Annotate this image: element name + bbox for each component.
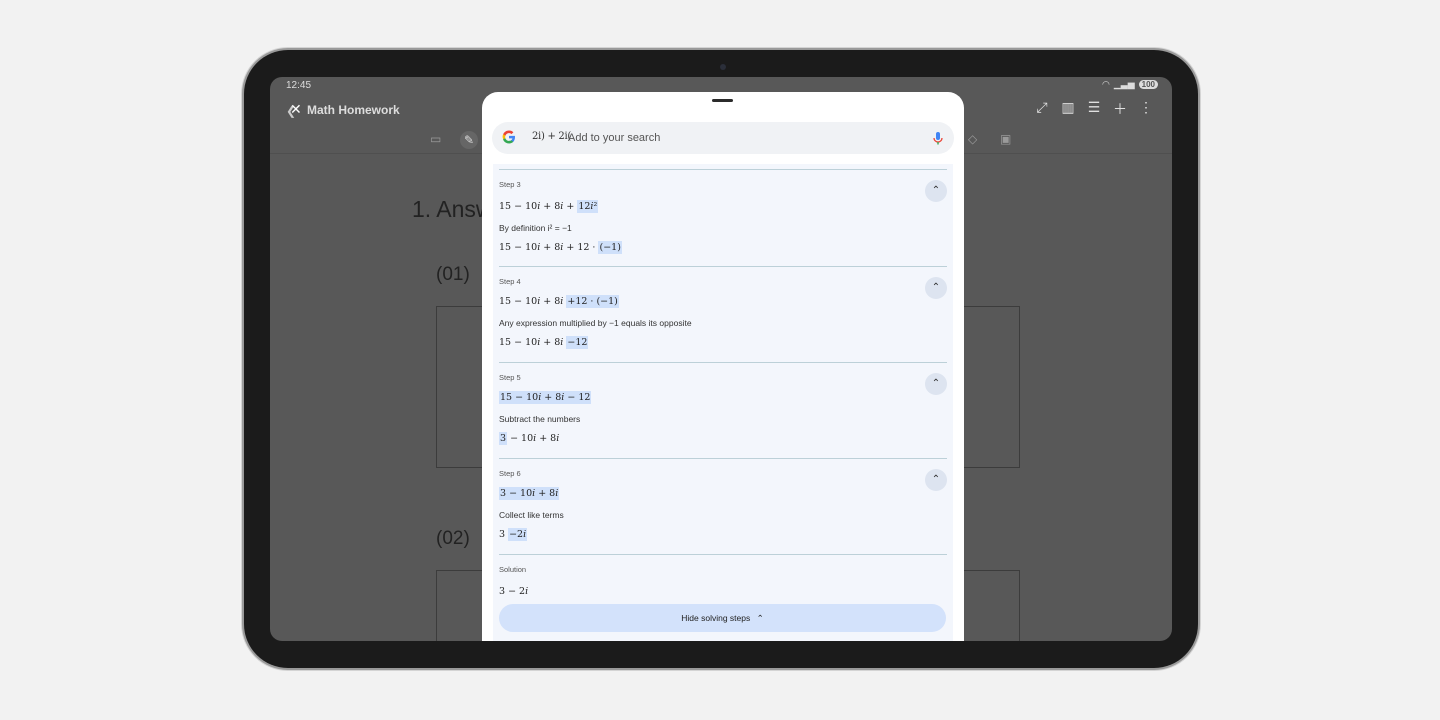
microphone-icon[interactable] (930, 130, 946, 146)
question-item-2: (02) (436, 528, 470, 549)
chevron-up-icon[interactable]: ⌃ (925, 277, 947, 299)
book-view-icon[interactable]: ▥ (1060, 99, 1076, 119)
solution-expression: 3 − 2i (499, 586, 529, 597)
search-bar[interactable]: 2i) + 2i( Add to your search (492, 122, 954, 154)
search-results-sheet: 2i) + 2i( Add to your search Step 3 ⌃ 15… (482, 92, 964, 641)
step-expression: 15 − 10i + 8i +12 · (−1) (499, 295, 619, 308)
front-camera (720, 64, 726, 70)
expand-icon[interactable]: ⤢ (1034, 99, 1050, 119)
hide-solving-steps-button[interactable]: Hide solving steps ⌃ (499, 604, 946, 632)
step-section: Step 5 ⌃ 15 − 10i + 8i − 12 Subtract the… (499, 362, 947, 458)
step-title: Step 6 (499, 469, 521, 478)
top-toolbar-icons: ⤢ ▥ ☰ ＋ ⋮ (1034, 99, 1154, 119)
battery-icon: 100 (1138, 80, 1158, 89)
chevron-up-icon: ⌃ (756, 613, 764, 623)
step-result: 3 − 10i + 8i (499, 432, 560, 445)
step-section: Step 3 ⌃ 15 − 10i + 8i + 12i² By definit… (499, 169, 947, 266)
signal-icon: ▁▃▅ (1113, 79, 1135, 89)
step-result: 15 − 10i + 8i −12 (499, 336, 589, 349)
question-item-1: (01) (436, 264, 470, 285)
search-image-chip[interactable]: 2i) + 2i( (532, 131, 571, 142)
step-expression: 15 − 10i + 8i + 12i² (499, 200, 599, 213)
step-description: Any expression multiplied by −1 equals i… (499, 318, 692, 328)
solving-steps-panel: Step 3 ⌃ 15 − 10i + 8i + 12i² By definit… (493, 164, 953, 641)
chevron-up-icon[interactable]: ⌃ (925, 373, 947, 395)
step-description: Subtract the numbers (499, 414, 581, 424)
step-expression: 3 − 10i + 8i (499, 487, 560, 500)
status-time: 12:45 (286, 80, 312, 91)
step-description: Collect like terms (499, 510, 564, 520)
step-section: Step 4 ⌃ 15 − 10i + 8i +12 · (−1) Any ex… (499, 266, 947, 362)
step-result: 15 − 10i + 8i + 12 · (−1) (499, 241, 622, 254)
more-options-icon[interactable]: ⋮ (1138, 99, 1154, 119)
wifi-icon: ◠ (1102, 79, 1110, 89)
step-expression: 15 − 10i + 8i − 12 (499, 391, 592, 404)
step-title: Step 4 (499, 277, 521, 286)
page-icon[interactable]: ☰ (1086, 99, 1102, 119)
shapes-icon[interactable]: ◇ (968, 132, 977, 146)
lock-icon[interactable]: ▣ (1000, 132, 1011, 146)
hide-button-label: Hide solving steps (681, 613, 751, 623)
search-input[interactable]: Add to your search (568, 132, 660, 144)
step-title: Step 3 (499, 180, 521, 189)
step-section: Step 6 ⌃ 3 − 10i + 8i Collect like terms… (499, 458, 947, 554)
chevron-up-icon[interactable]: ⌃ (925, 469, 947, 491)
note-title: Math Homework (307, 103, 400, 117)
question-heading: 1. Answ (412, 196, 493, 222)
pen-icon[interactable]: ✎ (460, 131, 478, 149)
keyboard-icon[interactable]: ▭ (430, 132, 441, 146)
solution-title: Solution (499, 565, 527, 574)
step-description: By definition i² = −1 (499, 223, 572, 233)
google-logo-icon (502, 130, 515, 144)
step-result: 3 −2i (499, 528, 528, 541)
drag-handle[interactable] (712, 99, 733, 102)
close-icon[interactable]: ✕ (290, 101, 302, 118)
status-icons: ◠ ▁▃▅ 100 (1102, 79, 1158, 90)
step-title: Step 5 (499, 373, 521, 382)
chevron-up-icon[interactable]: ⌃ (925, 180, 947, 202)
add-icon[interactable]: ＋ (1112, 99, 1128, 119)
